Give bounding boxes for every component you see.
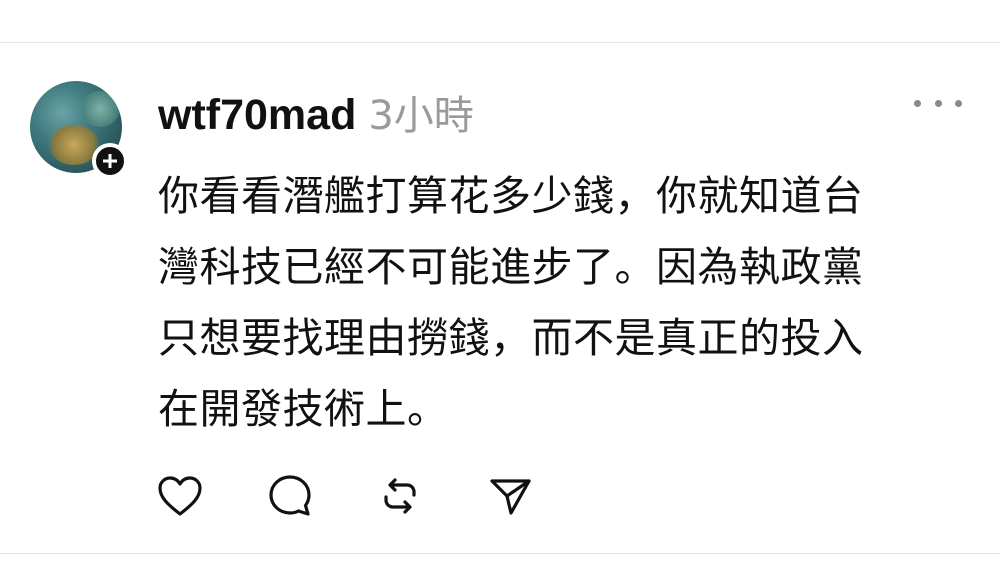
send-icon [490,479,531,515]
action-bar [156,471,596,521]
comment-icon [269,475,311,516]
more-dots-icon [914,99,921,107]
post-body-line: 灣科技已經不可能進步了。因為執政黨 [158,243,864,291]
share-button[interactable] [486,472,534,520]
post-body-line: 在開發技術上。 [158,385,449,433]
post-body-line: 只想要找理由撈錢，而不是真正的投入 [158,314,864,362]
like-button[interactable] [156,472,204,520]
heart-icon [158,476,202,516]
post-header: wtf70mad 3小時 [158,83,474,139]
timestamp: 3小時 [368,93,474,139]
post-body: 你看看潛艦打算花多少錢，你就知道台 灣科技已經不可能進步了。因為執政黨 只想要找… [158,161,968,445]
bottom-divider [0,553,1000,571]
reply-button[interactable] [266,472,314,520]
username[interactable]: wtf70mad [158,91,356,140]
post-body-line: 你看看潛艦打算花多少錢，你就知道台 [158,172,864,220]
top-divider [0,0,1000,43]
follow-plus-button[interactable] [92,143,128,179]
thread-post: wtf70mad 3小時 你看看潛艦打算花多少錢，你就知道台 灣科技已經不可能進… [0,43,1000,553]
avatar-container [30,81,128,179]
repost-icon [384,478,416,514]
repost-button[interactable] [376,472,424,520]
more-options-button[interactable] [914,93,962,113]
